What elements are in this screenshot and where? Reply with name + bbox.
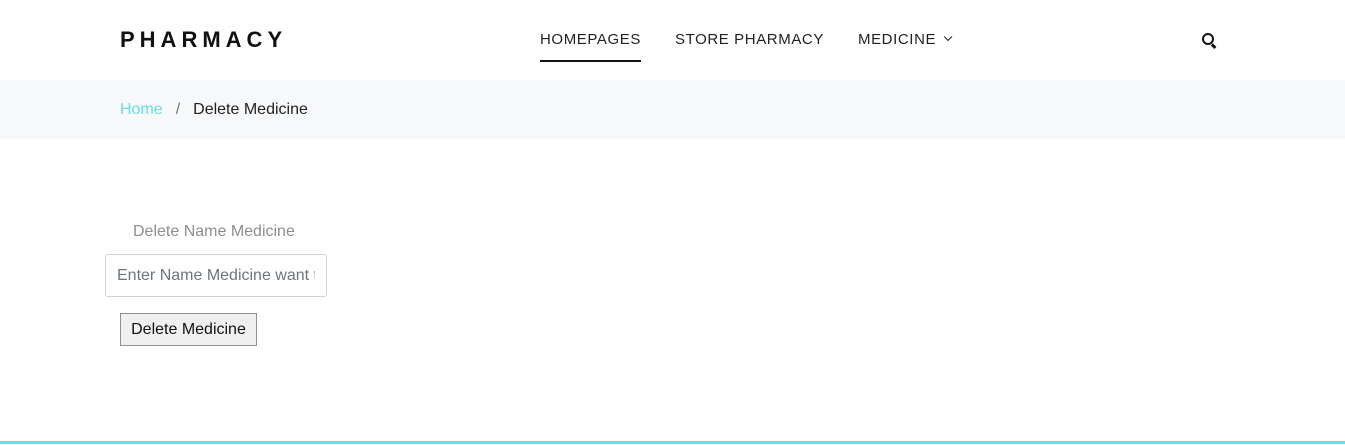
delete-medicine-button[interactable]: Delete Medicine [120, 313, 257, 346]
search-handle [1211, 43, 1217, 49]
brand-logo[interactable]: PHARMACY [120, 27, 287, 53]
nav-medicine-label: MEDICINE [857, 30, 937, 48]
breadcrumb-separator: / [175, 101, 181, 118]
nav-homepages-label: HOMEPAGES [540, 30, 641, 48]
breadcrumb-home-link[interactable]: Home [120, 101, 163, 119]
nav-store-pharmacy-label: STORE PHARMACY [674, 30, 824, 48]
breadcrumb-current: Delete Medicine [193, 101, 308, 118]
delete-name-label: Delete Name Medicine [133, 223, 295, 240]
main-nav: HOMEPAGES STORE PHARMACY MEDICINE [540, 30, 953, 62]
page: PHARMACY HOMEPAGES STORE PHARMACY MEDICI… [0, 0, 1345, 445]
nav-store-pharmacy[interactable]: STORE PHARMACY [675, 30, 824, 48]
nav-homepages[interactable]: HOMEPAGES [540, 30, 641, 62]
medicine-name-input[interactable] [105, 254, 327, 297]
nav-medicine[interactable]: MEDICINE [857, 30, 953, 48]
search-icon[interactable] [1202, 33, 1217, 49]
breadcrumb: Home / Delete Medicine [120, 101, 308, 119]
site-header: PHARMACY HOMEPAGES STORE PHARMACY MEDICI… [0, 0, 1345, 80]
chevron-down-icon [943, 32, 953, 42]
breadcrumb-bar: Home / Delete Medicine [0, 80, 1345, 139]
footer-accent-line [0, 441, 1345, 444]
